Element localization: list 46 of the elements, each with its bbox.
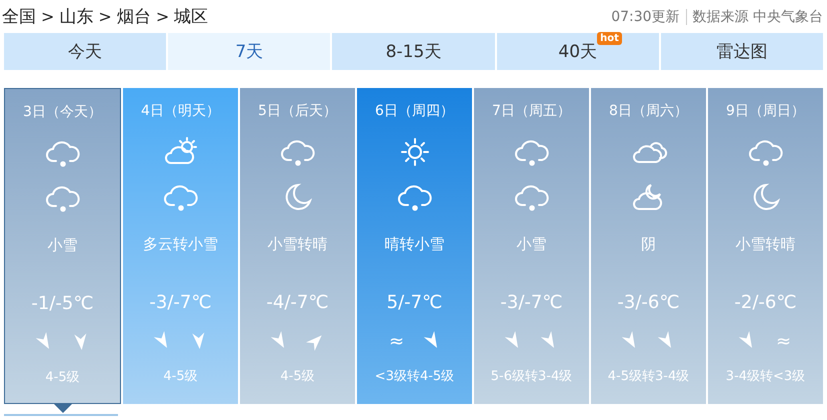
temperature: -2/-6℃	[734, 292, 797, 313]
weather-text: 阴	[641, 235, 656, 254]
wind-symbol: ≈	[774, 330, 792, 352]
breadcrumb-link[interactable]: 烟台	[116, 5, 151, 28]
breadcrumb-separator: >	[41, 7, 54, 26]
day-date: 5日（后天）	[258, 102, 337, 120]
day-date: 4日（明天）	[141, 102, 220, 120]
temperature: -3/-6℃	[617, 292, 680, 313]
tab[interactable]: 雷达图	[660, 33, 824, 70]
update-time: 07:30更新	[611, 8, 680, 26]
weather-text: 晴转小雪	[384, 235, 444, 254]
weather-text: 多云转小雪	[143, 235, 218, 254]
temperature: 5/-7℃	[386, 292, 442, 313]
day-card[interactable]: 6日（周四） 晴转小雪 5/-7℃ ≈ <3级转4-5级	[357, 88, 472, 404]
day-date: 9日（周日）	[726, 102, 805, 120]
breadcrumb-separator: >	[98, 7, 112, 26]
wind-level: 5-6级转3-4级	[490, 368, 572, 385]
tab[interactable]: 7天	[168, 33, 330, 70]
wind-level: 4-5级	[280, 368, 315, 385]
temperature: -4/-7℃	[266, 292, 329, 313]
wind-level: <3级转4-5级	[374, 368, 454, 385]
hot-badge: hot	[597, 32, 622, 45]
weather-text: 小雪转晴	[736, 235, 796, 254]
day-date: 7日（周五）	[492, 102, 571, 120]
wind-level: 4-5级	[163, 368, 198, 385]
temperature: -3/-7℃	[500, 292, 563, 313]
tab[interactable]: 8-15天	[332, 33, 495, 70]
wind-level: 4-5级转3-4级	[608, 368, 690, 385]
wind-level: 4-5级	[45, 369, 80, 386]
day-date: 6日（周四）	[375, 102, 454, 120]
tab[interactable]: 40天 hot	[496, 33, 659, 70]
breadcrumb-link[interactable]: 城区	[174, 5, 208, 28]
weather-text: 小雪	[516, 235, 546, 254]
breadcrumb-separator: >	[156, 7, 170, 26]
wind-symbol: ≈	[388, 330, 406, 352]
day-date: 8日（周六）	[609, 102, 688, 120]
wind-level: 3-4级转<3级	[726, 368, 806, 385]
breadcrumb-link[interactable]: 山东	[59, 5, 94, 28]
weather-text: 小雪	[48, 236, 78, 255]
temperature: -1/-5℃	[31, 293, 94, 314]
weather-text: 小雪转晴	[268, 235, 328, 254]
temperature: -3/-7℃	[149, 292, 212, 313]
data-source: 数据来源 中央气象台	[692, 8, 823, 26]
tab[interactable]: 今天	[4, 33, 166, 70]
breadcrumb-link[interactable]: 全国	[2, 5, 36, 28]
day-date: 3日（今天）	[23, 103, 102, 121]
